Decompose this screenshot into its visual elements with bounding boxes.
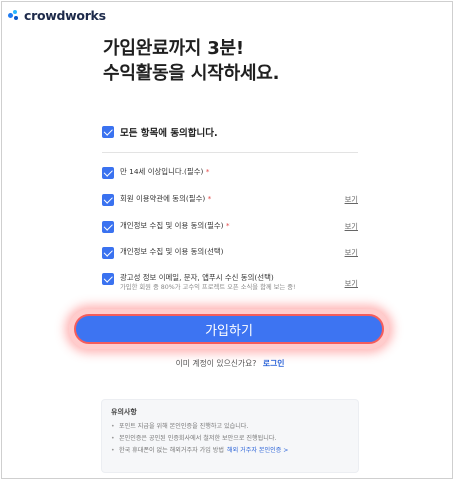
view-marketing-link[interactable]: 보기 [345,279,358,289]
overseas-verification-link[interactable]: 해외 거주자 본인인증 > [227,447,288,454]
checkbox-checked-icon[interactable] [102,221,114,233]
title-line-2: 수익활동을 시작하세요. [103,63,280,84]
notice-item: 본인인증은 공인된 인증회사에서 철저한 보안으로 진행됩니다. [111,433,349,445]
checkbox-checked-icon[interactable] [102,247,114,259]
checkbox-checked-icon[interactable] [102,194,114,206]
notice-item: 포인트 지급을 위해 본인인증을 진행하고 있습니다. [111,421,349,433]
agree-all-label: 모든 항목에 동의합니다. [120,128,218,139]
checkbox-checked-icon[interactable] [102,273,114,285]
term-privacy-required[interactable]: 개인정보 수집 및 이용 동의(필수) * 보기 [102,221,358,233]
view-privacy-link[interactable]: 보기 [345,222,358,232]
login-prompt-text: 이미 계정이 있으신가요? [175,359,257,368]
crowdworks-logo-icon [8,10,21,21]
notice-title: 유의사항 [111,408,137,416]
term-service[interactable]: 회원 이용약관에 동의(필수) * 보기 [102,194,358,206]
term-label: 회원 이용약관에 동의(필수) * [120,194,212,203]
term-label: 개인정보 수집 및 이용 동의(선택) [120,247,224,256]
login-link[interactable]: 로그인 [263,359,285,368]
term-label: 광고성 정보 이메일, 문자, 앱푸시 수신 동의(선택) 가입한 회원 중 8… [120,273,330,293]
term-marketing[interactable]: 광고성 정보 이메일, 문자, 앱푸시 수신 동의(선택) 가입한 회원 중 8… [102,273,358,293]
term-privacy-optional[interactable]: 개인정보 수집 및 이용 동의(선택) 보기 [102,247,358,259]
brand-logo[interactable]: crowdworks [8,8,106,23]
term-age[interactable]: 만 14세 이상입니다.(필수) * [102,167,358,179]
checkbox-checked-icon [102,126,114,138]
checkbox-checked-icon[interactable] [102,167,114,179]
notice-box: 유의사항 포인트 지급을 위해 본인인증을 진행하고 있습니다. 본인인증은 공… [101,399,359,473]
agree-all-checkbox[interactable]: 모든 항목에 동의합니다. [102,125,218,139]
view-terms-link[interactable]: 보기 [345,195,358,205]
term-label: 개인정보 수집 및 이용 동의(필수) * [120,221,230,230]
term-marketing-subtext: 가입한 회원 중 80%가 고수익 프로젝트 오픈 소식을 함께 보는 중! [120,284,296,291]
signup-card: crowdworks 가입완료까지 3분! 수익활동을 시작하세요. 모든 항목… [1,1,453,479]
join-button[interactable]: 가입하기 [74,314,384,344]
view-privacy-optional-link[interactable]: 보기 [345,248,358,258]
notice-item: 한국 휴대폰이 없는 해외거주자 가입 방법해외 거주자 본인인증 > [111,445,349,457]
title-line-1: 가입완료까지 3분! [103,38,244,59]
term-label: 만 14세 이상입니다.(필수) * [120,167,210,176]
divider [102,152,358,153]
page-title: 가입완료까지 3분! 수익활동을 시작하세요. [103,36,280,86]
login-prompt: 이미 계정이 있으신가요? 로그인 [2,358,456,369]
brand-name: crowdworks [24,8,106,23]
